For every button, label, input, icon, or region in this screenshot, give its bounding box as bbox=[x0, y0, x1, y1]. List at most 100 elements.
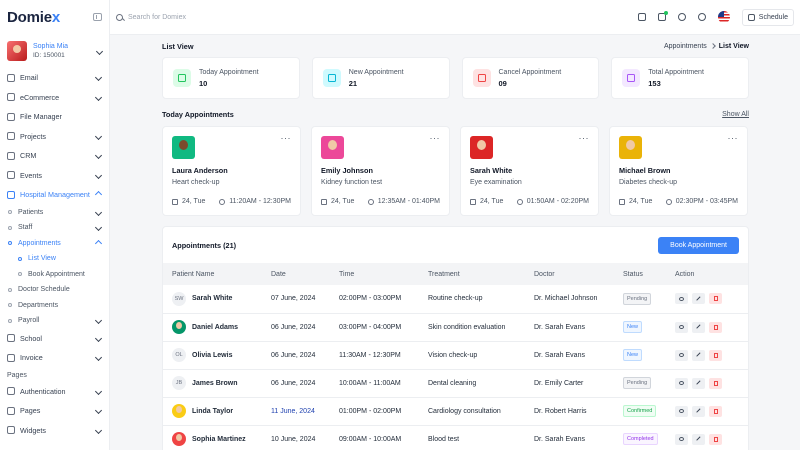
app-logo[interactable]: Domiex bbox=[7, 9, 60, 26]
sidebar-item-ecommerce[interactable]: eCommerce bbox=[0, 88, 109, 108]
sidebar-item-invoice[interactable]: Invoice bbox=[0, 348, 109, 368]
view-button[interactable] bbox=[675, 349, 688, 361]
edit-button[interactable] bbox=[692, 349, 705, 361]
view-button[interactable] bbox=[675, 405, 688, 417]
more-options-icon[interactable]: ··· bbox=[281, 134, 292, 143]
appointment-card[interactable]: ··· Michael Brown Diabetes check-up 24, … bbox=[609, 126, 748, 216]
edit-button[interactable] bbox=[692, 293, 705, 305]
bullet-icon bbox=[18, 272, 22, 277]
pages-icon bbox=[7, 406, 15, 415]
status-badge: New bbox=[623, 321, 643, 333]
table-row[interactable]: JB James Brown 06 June, 2024 10:00AM - 11… bbox=[163, 369, 748, 398]
logo-row: Domiex bbox=[0, 0, 109, 34]
user-profile[interactable]: Sophia Mia ID: 150001 bbox=[0, 34, 109, 68]
sidebar-sub-payroll[interactable]: Payroll bbox=[0, 313, 109, 329]
lock-icon bbox=[7, 387, 15, 396]
sidebar-sub-departments[interactable]: Departments bbox=[0, 298, 109, 314]
col-date[interactable]: Date bbox=[262, 263, 330, 285]
sidebar-subsub-book-appointment[interactable]: Book Appointment bbox=[0, 267, 109, 283]
folder-icon bbox=[7, 112, 15, 121]
chevron-down-icon bbox=[94, 224, 103, 232]
sidebar-item-file-manager[interactable]: File Manager bbox=[0, 107, 109, 127]
sidebar-subsub-list-view[interactable]: List View bbox=[0, 251, 109, 267]
edit-button[interactable] bbox=[692, 377, 705, 389]
delete-button[interactable] bbox=[709, 377, 722, 389]
sidebar-sub-doctor-schedule[interactable]: Doctor Schedule bbox=[0, 282, 109, 298]
search-input[interactable]: Search for Domiex bbox=[128, 14, 186, 21]
breadcrumb-parent[interactable]: Appointments bbox=[664, 43, 707, 50]
edit-button[interactable] bbox=[692, 433, 705, 445]
sidebar-sub-staff[interactable]: Staff bbox=[0, 220, 109, 236]
sidebar-item-projects[interactable]: Projects bbox=[0, 127, 109, 147]
col-doctor[interactable]: Doctor bbox=[525, 263, 614, 285]
sidebar-item-crm[interactable]: CRM bbox=[0, 146, 109, 166]
breadcrumb: Appointments List View bbox=[664, 43, 749, 50]
sidebar-sub-appointments[interactable]: Appointments bbox=[0, 236, 109, 252]
apps-grid-icon[interactable] bbox=[637, 13, 646, 21]
delete-button[interactable] bbox=[709, 405, 722, 417]
sidebar-item-school[interactable]: School bbox=[0, 329, 109, 349]
invoice-icon bbox=[7, 353, 15, 362]
breadcrumb-current: List View bbox=[718, 42, 749, 50]
cart-icon bbox=[7, 93, 15, 102]
pencil-icon bbox=[696, 324, 701, 330]
sidebar-item-hospital-management[interactable]: Hospital Management bbox=[0, 185, 109, 205]
moon-icon[interactable] bbox=[697, 13, 706, 21]
schedule-button[interactable]: Schedule bbox=[741, 8, 794, 26]
table-row[interactable]: Linda Taylor 11 June, 2024 01:00PM - 02:… bbox=[163, 397, 748, 426]
bullet-icon bbox=[8, 210, 12, 215]
col-action: Action bbox=[666, 263, 748, 285]
stat-card: Cancel Appointment 09 bbox=[461, 57, 600, 99]
gear-icon[interactable] bbox=[677, 13, 686, 21]
chevron-up-icon bbox=[94, 239, 103, 247]
appointments-panel: Appointments (21) Book Appointment Patie… bbox=[162, 226, 749, 450]
language-flag-icon[interactable] bbox=[717, 11, 730, 23]
more-options-icon[interactable]: ··· bbox=[430, 134, 441, 143]
table-row[interactable]: OL Olivia Lewis 06 June, 2024 11:30AM - 1… bbox=[163, 341, 748, 370]
table-row[interactable]: Sophia Martinez 10 June, 2024 09:00AM - … bbox=[163, 425, 748, 450]
appointments-table: Patient Name Date Time Treatment Doctor … bbox=[163, 263, 748, 450]
col-treatment[interactable]: Treatment bbox=[419, 263, 525, 285]
delete-button[interactable] bbox=[709, 349, 722, 361]
crm-icon bbox=[7, 151, 15, 160]
delete-button[interactable] bbox=[709, 293, 722, 305]
avatar: JB bbox=[172, 376, 186, 390]
edit-button[interactable] bbox=[692, 321, 705, 333]
sidebar-item-email[interactable]: Email bbox=[0, 68, 109, 88]
appointment-card[interactable]: ··· Emily Johnson Kidney function test 2… bbox=[311, 126, 450, 216]
table-row[interactable]: SW Sarah White 07 June, 2024 02:00PM - 03… bbox=[163, 285, 748, 314]
search-bar[interactable]: Search for Domiex bbox=[116, 13, 186, 21]
avatar bbox=[321, 136, 344, 159]
school-icon bbox=[7, 334, 15, 343]
table-row[interactable]: Daniel Adams 06 June, 2024 03:00PM - 04:… bbox=[163, 313, 748, 342]
notification-icon[interactable] bbox=[657, 11, 668, 21]
view-button[interactable] bbox=[675, 377, 688, 389]
book-appointment-button[interactable]: Book Appointment bbox=[658, 236, 739, 254]
col-status[interactable]: Status bbox=[614, 263, 666, 285]
show-all-link[interactable]: Show All bbox=[722, 111, 749, 118]
more-options-icon[interactable]: ··· bbox=[579, 134, 590, 143]
col-patient-name[interactable]: Patient Name bbox=[163, 263, 262, 285]
sidebar-item-pages[interactable]: Pages bbox=[0, 401, 109, 421]
appointment-card[interactable]: ··· Laura Anderson Heart check-up 24, Tu… bbox=[162, 126, 301, 216]
view-button[interactable] bbox=[675, 321, 688, 333]
sidebar-sub-patients[interactable]: Patients bbox=[0, 205, 109, 221]
stat-card: New Appointment 21 bbox=[311, 57, 450, 99]
sidebar-item-events[interactable]: Events bbox=[0, 166, 109, 186]
delete-button[interactable] bbox=[709, 433, 722, 445]
bullet-icon bbox=[8, 241, 12, 246]
main-content: List View Appointments List View Today A… bbox=[162, 35, 749, 450]
view-button[interactable] bbox=[675, 433, 688, 445]
appointment-card[interactable]: ··· Sarah White Eye examination 24, Tue 0… bbox=[460, 126, 599, 216]
calendar-icon bbox=[470, 198, 476, 205]
col-time[interactable]: Time bbox=[330, 263, 419, 285]
edit-button[interactable] bbox=[692, 405, 705, 417]
view-button[interactable] bbox=[675, 293, 688, 305]
appointments-title: Appointments (21) bbox=[172, 240, 237, 250]
sidebar-collapse-icon[interactable] bbox=[93, 13, 102, 21]
sidebar-item-authentication[interactable]: Authentication bbox=[0, 382, 109, 402]
delete-button[interactable] bbox=[709, 321, 722, 333]
more-options-icon[interactable]: ··· bbox=[728, 134, 739, 143]
sidebar-item-widgets[interactable]: Widgets bbox=[0, 421, 109, 441]
chevron-down-icon bbox=[94, 74, 103, 82]
